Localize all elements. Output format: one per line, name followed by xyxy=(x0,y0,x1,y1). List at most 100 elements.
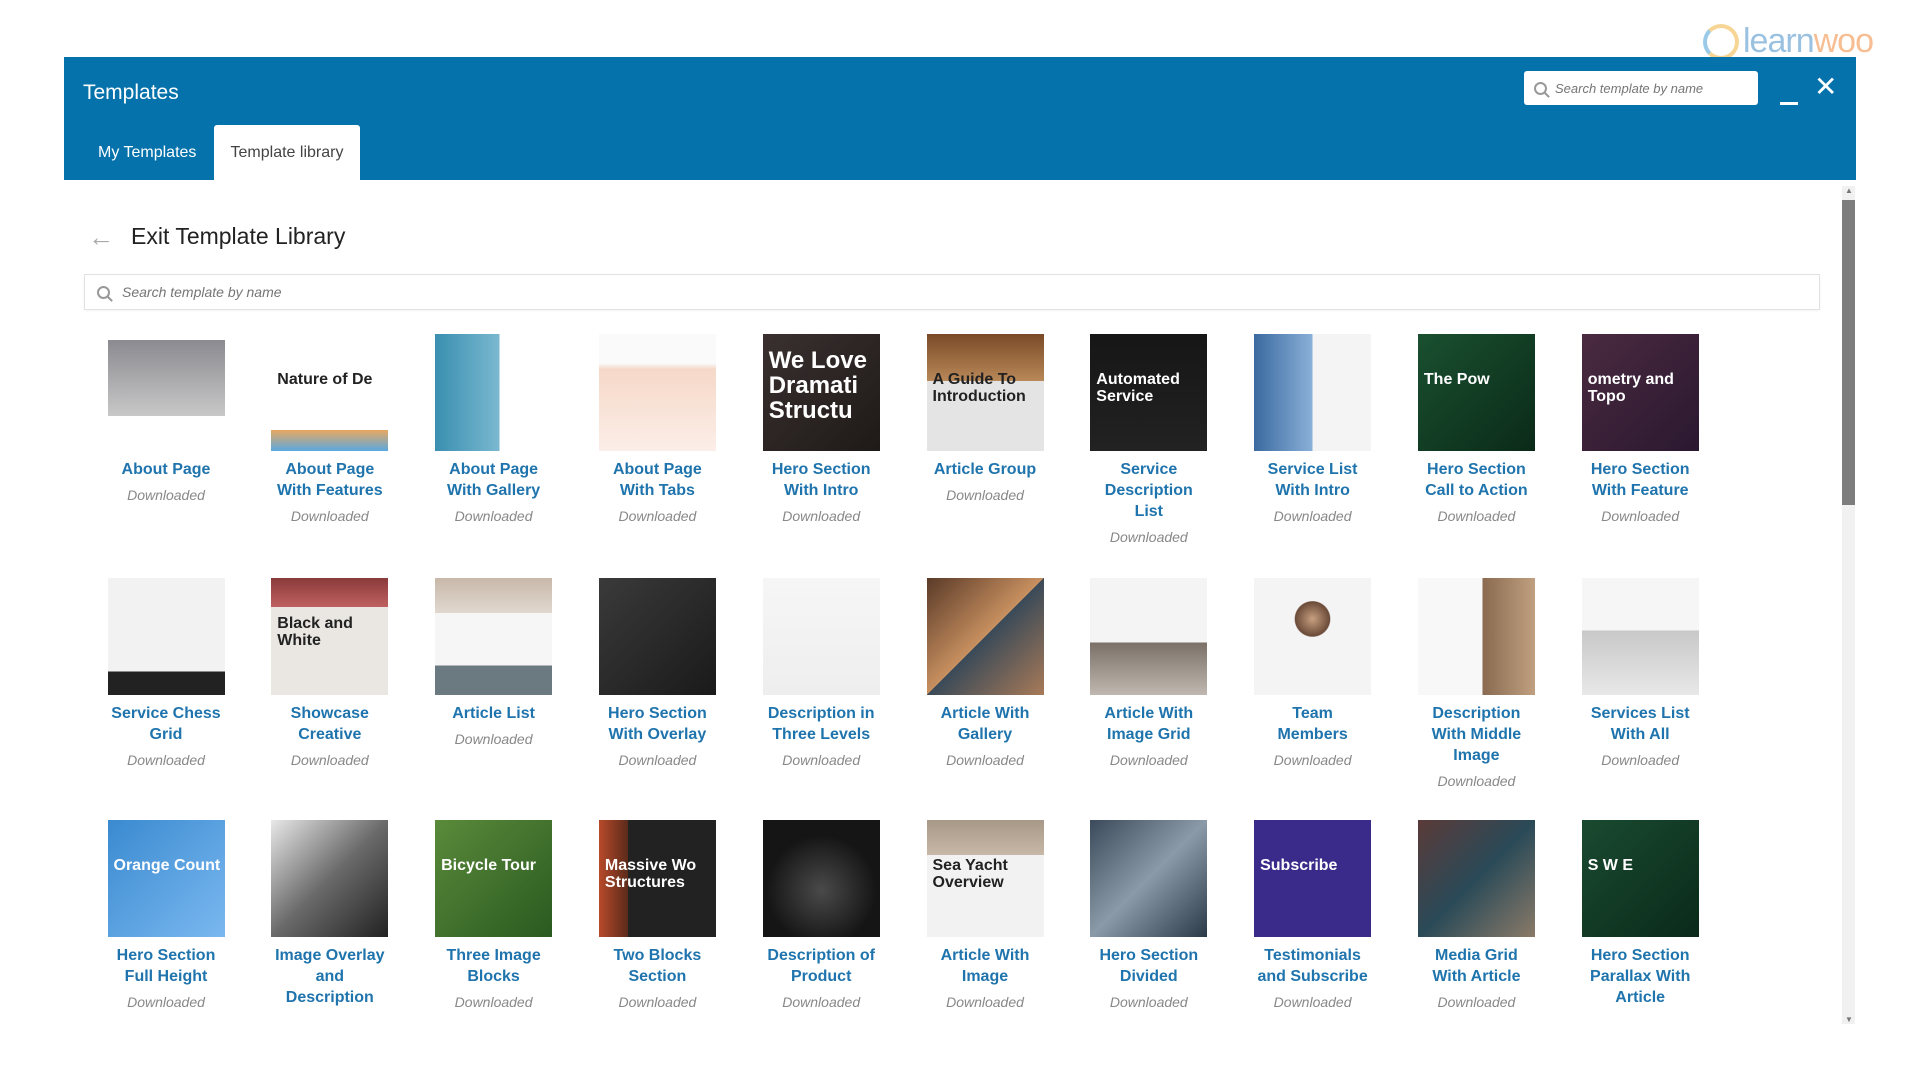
template-card[interactable]: Sea Yacht Overview Article With Image Down… xyxy=(903,820,1067,1010)
template-thumbnail[interactable] xyxy=(926,578,1044,695)
template-title[interactable]: Two Blocks Section xyxy=(575,945,739,987)
template-thumbnail[interactable] xyxy=(435,578,553,695)
template-thumbnail[interactable]: The Pow xyxy=(1417,334,1535,451)
template-title[interactable]: Hero Section Call to Action xyxy=(1394,459,1558,501)
template-card[interactable]: Orange Count Hero Section Full Height Down… xyxy=(84,820,248,1010)
template-title[interactable]: Hero Section Parallax With Article xyxy=(1558,945,1722,1008)
header-search[interactable] xyxy=(1524,71,1758,105)
template-title[interactable]: Service Chess Grid xyxy=(84,703,248,745)
template-thumbnail[interactable]: S W E xyxy=(1581,820,1699,937)
template-thumbnail[interactable]: Subscribe xyxy=(1254,820,1372,937)
template-thumbnail[interactable] xyxy=(762,820,880,937)
template-title[interactable]: Article Group xyxy=(903,459,1067,480)
template-thumbnail[interactable]: We Love Dramati Structu xyxy=(762,334,880,451)
template-title[interactable]: Hero Section With Feature xyxy=(1558,459,1722,501)
template-card[interactable]: About Page Downloaded xyxy=(84,334,248,503)
template-thumbnail[interactable] xyxy=(1090,578,1208,695)
template-card[interactable]: Service Chess Grid Downloaded xyxy=(84,578,248,768)
template-thumbnail[interactable]: Automated Service xyxy=(1090,334,1208,451)
template-thumbnail[interactable]: Sea Yacht Overview xyxy=(926,820,1044,937)
exit-template-library[interactable]: Exit Template Library xyxy=(131,223,345,250)
template-title[interactable]: Description in Three Levels xyxy=(739,703,903,745)
template-title[interactable]: About Page With Gallery xyxy=(412,459,576,501)
template-card[interactable]: Article With Image Grid Downloaded xyxy=(1067,578,1231,768)
template-card[interactable]: Article List Downloaded xyxy=(412,578,576,747)
template-title[interactable]: Media Grid With Article xyxy=(1394,945,1558,987)
template-card[interactable]: Article With Gallery Downloaded xyxy=(903,578,1067,768)
tab-template-library[interactable]: Template library xyxy=(214,125,360,180)
back-arrow-icon[interactable]: ← xyxy=(88,222,114,253)
template-thumbnail[interactable] xyxy=(435,334,553,451)
template-title[interactable]: Service List With Intro xyxy=(1231,459,1395,501)
template-thumbnail[interactable]: ometry and Topo xyxy=(1581,334,1699,451)
template-card[interactable]: The Pow Hero Section Call to Action Downlo… xyxy=(1394,334,1558,524)
template-thumbnail[interactable]: Black and White xyxy=(271,578,389,695)
template-title[interactable]: Article With Image xyxy=(903,945,1067,987)
template-title[interactable]: Article With Image Grid xyxy=(1067,703,1231,745)
scrollbar-thumb[interactable] xyxy=(1842,200,1855,505)
template-title[interactable]: Testimonials and Subscribe xyxy=(1231,945,1395,987)
template-card[interactable]: About Page With Tabs Downloaded xyxy=(575,334,739,524)
template-thumbnail[interactable] xyxy=(271,820,389,937)
template-title[interactable]: About Page With Tabs xyxy=(575,459,739,501)
library-search[interactable] xyxy=(84,274,1820,310)
library-search-input[interactable] xyxy=(120,283,724,301)
template-thumbnail[interactable] xyxy=(107,578,225,695)
template-title[interactable]: About Page With Features xyxy=(248,459,412,501)
template-thumbnail[interactable]: Bicycle Tour xyxy=(435,820,553,937)
template-title[interactable]: Image Overlay and Description xyxy=(248,945,412,1008)
header-search-input[interactable] xyxy=(1553,79,1737,97)
template-card[interactable]: We Love Dramati Structu Hero Section With… xyxy=(739,334,903,524)
template-title[interactable]: Article With Gallery xyxy=(903,703,1067,745)
template-title[interactable]: Description of Product xyxy=(739,945,903,987)
tab-my-templates[interactable]: My Templates xyxy=(80,125,214,180)
template-card[interactable]: Description in Three Levels Downloaded xyxy=(739,578,903,768)
template-thumbnail[interactable] xyxy=(598,334,716,451)
template-title[interactable]: Showcase Creative xyxy=(248,703,412,745)
template-card[interactable]: Automated Service Service Description Lis… xyxy=(1067,334,1231,545)
template-card[interactable]: Bicycle Tour Three Image Blocks Downloaded xyxy=(412,820,576,1010)
template-card[interactable]: Subscribe Testimonials and Subscribe Downl… xyxy=(1231,820,1395,1010)
template-thumbnail[interactable] xyxy=(107,334,225,451)
template-card[interactable]: A Guide To Introduction Article Group Down… xyxy=(903,334,1067,503)
template-title[interactable]: Services List With All xyxy=(1558,703,1722,745)
template-card[interactable]: Service List With Intro Downloaded xyxy=(1231,334,1395,524)
template-card[interactable]: Team Members Downloaded xyxy=(1231,578,1395,768)
template-card[interactable]: Nature of De About Page With Features Down… xyxy=(248,334,412,524)
template-title[interactable]: Three Image Blocks xyxy=(412,945,576,987)
template-card[interactable]: ometry and Topo Hero Section With Feature… xyxy=(1558,334,1722,524)
template-thumbnail[interactable] xyxy=(1254,334,1372,451)
template-card[interactable]: S W E Hero Section Parallax With Article xyxy=(1558,820,1722,1008)
template-card[interactable]: Media Grid With Article Downloaded xyxy=(1394,820,1558,1010)
scrollbar[interactable]: ▲ ▼ xyxy=(1842,186,1855,1024)
template-thumbnail[interactable]: A Guide To Introduction xyxy=(926,334,1044,451)
template-card[interactable]: Description of Product Downloaded xyxy=(739,820,903,1010)
template-card[interactable]: About Page With Gallery Downloaded xyxy=(412,334,576,524)
template-title[interactable]: Article List xyxy=(412,703,576,724)
template-thumbnail[interactable] xyxy=(1417,820,1535,937)
template-thumbnail[interactable] xyxy=(1581,578,1699,695)
template-card[interactable]: Services List With All Downloaded xyxy=(1558,578,1722,768)
template-title[interactable]: Hero Section With Intro xyxy=(739,459,903,501)
template-title[interactable]: Hero Section Divided xyxy=(1067,945,1231,987)
template-card[interactable]: Black and White Showcase Creative Download… xyxy=(248,578,412,768)
template-thumbnail[interactable] xyxy=(1254,578,1372,695)
minimize-button[interactable] xyxy=(1780,85,1798,105)
template-thumbnail[interactable] xyxy=(1417,578,1535,695)
template-thumbnail[interactable]: Massive Wo Structures xyxy=(598,820,716,937)
template-card[interactable]: Hero Section Divided Downloaded xyxy=(1067,820,1231,1010)
template-card[interactable]: Massive Wo Structures Two Blocks Section D… xyxy=(575,820,739,1010)
template-title[interactable]: Hero Section Full Height xyxy=(84,945,248,987)
template-title[interactable]: Description With Middle Image xyxy=(1394,703,1558,766)
template-card[interactable]: Description With Middle Image Downloaded xyxy=(1394,578,1558,789)
close-button[interactable]: ✕ xyxy=(1814,73,1837,101)
template-thumbnail[interactable] xyxy=(762,578,880,695)
template-title[interactable]: Hero Section With Overlay xyxy=(575,703,739,745)
template-title[interactable]: About Page xyxy=(84,459,248,480)
scroll-up-icon[interactable]: ▲ xyxy=(1845,186,1853,195)
template-thumbnail[interactable]: Orange Count xyxy=(107,820,225,937)
template-thumbnail[interactable] xyxy=(1090,820,1208,937)
scroll-down-icon[interactable]: ▼ xyxy=(1845,1015,1853,1024)
template-card[interactable]: Hero Section With Overlay Downloaded xyxy=(575,578,739,768)
template-title[interactable]: Service Description List xyxy=(1067,459,1231,522)
